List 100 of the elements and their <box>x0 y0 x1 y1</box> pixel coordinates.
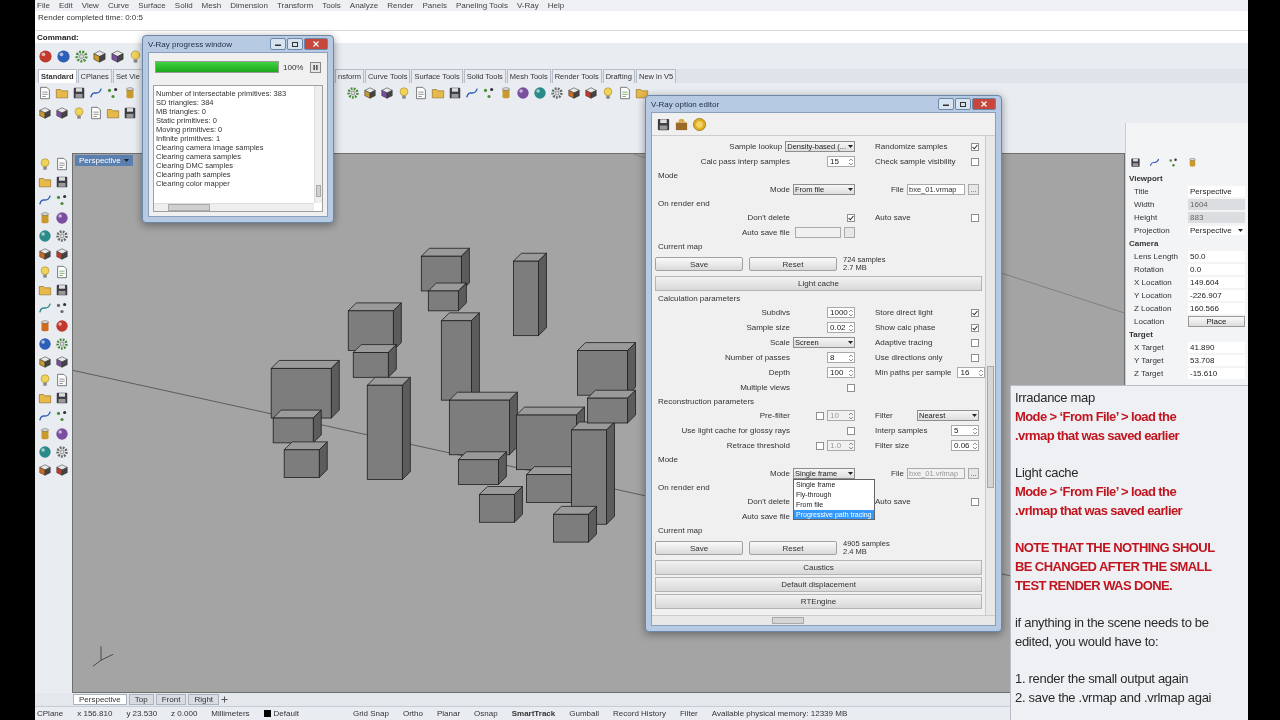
cube-icon[interactable] <box>55 106 69 120</box>
status-toggle[interactable]: Planar <box>437 709 461 718</box>
close-button[interactable] <box>304 38 328 50</box>
property-dropdown[interactable]: Perspective <box>1188 226 1245 235</box>
number-field[interactable]: 15 <box>827 156 855 167</box>
property-value[interactable]: 883 <box>1188 212 1245 223</box>
number-field[interactable]: 16 <box>957 367 985 378</box>
scrollbar[interactable] <box>652 615 995 625</box>
page-icon[interactable] <box>55 373 69 387</box>
curve-icon[interactable] <box>1149 157 1160 168</box>
points-icon[interactable] <box>482 86 496 100</box>
sphere-icon[interactable] <box>516 86 530 100</box>
sphere-icon[interactable] <box>56 48 71 64</box>
save-button[interactable]: Save <box>655 541 743 555</box>
number-field[interactable]: 8 <box>827 352 855 363</box>
menu-item[interactable]: Help <box>547 1 565 10</box>
menu-item[interactable]: Transform <box>276 1 314 10</box>
sphere-icon[interactable] <box>55 427 69 441</box>
viewport-tab[interactable]: Top <box>128 694 154 705</box>
scrollbar[interactable] <box>985 136 995 615</box>
status-toggle[interactable]: Filter <box>680 709 698 718</box>
property-value[interactable]: 0.0 <box>1188 264 1245 275</box>
viewport-tab[interactable]: Right <box>188 694 220 705</box>
box-icon[interactable] <box>674 116 689 132</box>
checkbox[interactable] <box>971 213 979 222</box>
checkbox[interactable] <box>971 353 979 362</box>
reset-button[interactable]: Reset <box>749 257 837 271</box>
checkbox[interactable] <box>971 308 979 317</box>
cube-icon[interactable] <box>38 106 52 120</box>
viewport-tab[interactable]: Front <box>155 694 187 705</box>
checkbox[interactable] <box>971 142 979 151</box>
sphere-icon[interactable] <box>38 337 52 351</box>
number-field[interactable]: 1000 <box>827 307 855 318</box>
checkbox[interactable] <box>847 426 855 435</box>
cube-icon[interactable] <box>380 86 394 100</box>
property-value[interactable]: 149.604 <box>1188 277 1245 288</box>
property-value[interactable]: 1604 <box>1188 199 1245 210</box>
cube-icon[interactable] <box>55 463 69 477</box>
curve-icon[interactable] <box>38 409 52 423</box>
points-icon[interactable] <box>55 409 69 423</box>
maximize-button[interactable] <box>287 38 303 50</box>
menu-item[interactable]: Tools <box>322 1 341 10</box>
checkbox[interactable] <box>971 323 979 332</box>
menu-item[interactable]: Mesh <box>201 1 222 10</box>
menu-item[interactable]: Analyze <box>349 1 379 10</box>
number-field[interactable]: 0.06 <box>951 440 979 451</box>
property-value[interactable]: 41.890 <box>1188 342 1245 353</box>
reset-button[interactable]: Reset <box>749 541 837 555</box>
maximize-button[interactable] <box>955 98 971 110</box>
menu-item[interactable]: Curve <box>107 1 130 10</box>
scrollbar[interactable] <box>154 203 314 211</box>
place-button[interactable]: Place <box>1188 316 1245 327</box>
cube-icon[interactable] <box>363 86 377 100</box>
coin-icon[interactable] <box>692 116 707 132</box>
cube-icon[interactable] <box>567 86 581 100</box>
number-field[interactable]: 0.02 <box>827 322 855 333</box>
pause-button[interactable] <box>310 61 321 73</box>
curve-icon[interactable] <box>89 86 103 100</box>
rollout-header[interactable]: Light cache <box>655 276 982 291</box>
minimize-button[interactable] <box>938 98 954 110</box>
menu-item[interactable]: View <box>81 1 99 10</box>
status-toggle[interactable]: Ortho <box>402 709 423 718</box>
checkbox[interactable] <box>816 441 824 450</box>
cube-icon[interactable] <box>38 463 52 477</box>
cube-icon[interactable] <box>110 48 125 64</box>
cube-icon[interactable] <box>55 355 69 369</box>
points-icon[interactable] <box>106 86 120 100</box>
curve-icon[interactable] <box>38 193 52 207</box>
checkbox[interactable] <box>847 213 855 222</box>
rollout-header[interactable]: RTEngine <box>655 594 982 609</box>
sphere-icon[interactable] <box>533 86 547 100</box>
add-icon[interactable] <box>221 696 229 703</box>
number-field[interactable]: 5 <box>951 425 979 436</box>
page-icon[interactable] <box>89 106 103 120</box>
sphere-icon[interactable] <box>55 211 69 225</box>
menu-item[interactable]: File <box>37 1 50 10</box>
cube-icon[interactable] <box>92 48 107 64</box>
menu-item[interactable]: Solid <box>174 1 193 10</box>
cube-icon[interactable] <box>38 355 52 369</box>
menu-item[interactable]: V-Ray <box>516 1 539 10</box>
property-value[interactable]: -226.907 <box>1188 290 1245 301</box>
points-icon[interactable] <box>55 301 69 315</box>
property-value[interactable]: 50.0 <box>1188 251 1245 262</box>
property-value[interactable]: -15.610 <box>1188 368 1245 379</box>
page-icon[interactable] <box>55 157 69 171</box>
property-value[interactable]: 53.708 <box>1188 355 1245 366</box>
folder-icon[interactable] <box>635 86 649 100</box>
save-button[interactable]: Save <box>655 257 743 271</box>
page-icon[interactable] <box>55 265 69 279</box>
page-icon[interactable] <box>414 86 428 100</box>
viewport-title[interactable]: Perspective <box>75 155 133 166</box>
layer-name[interactable]: Default <box>273 709 299 718</box>
property-value[interactable]: Perspective <box>1188 186 1245 197</box>
status-toggle[interactable]: Osnap <box>474 709 498 718</box>
page-icon[interactable] <box>618 86 632 100</box>
menu-item[interactable]: Edit <box>58 1 73 10</box>
status-toggle[interactable]: Record History <box>613 709 666 718</box>
curve-icon[interactable] <box>465 86 479 100</box>
checkbox[interactable] <box>971 338 979 347</box>
sphere-icon[interactable] <box>55 319 69 333</box>
